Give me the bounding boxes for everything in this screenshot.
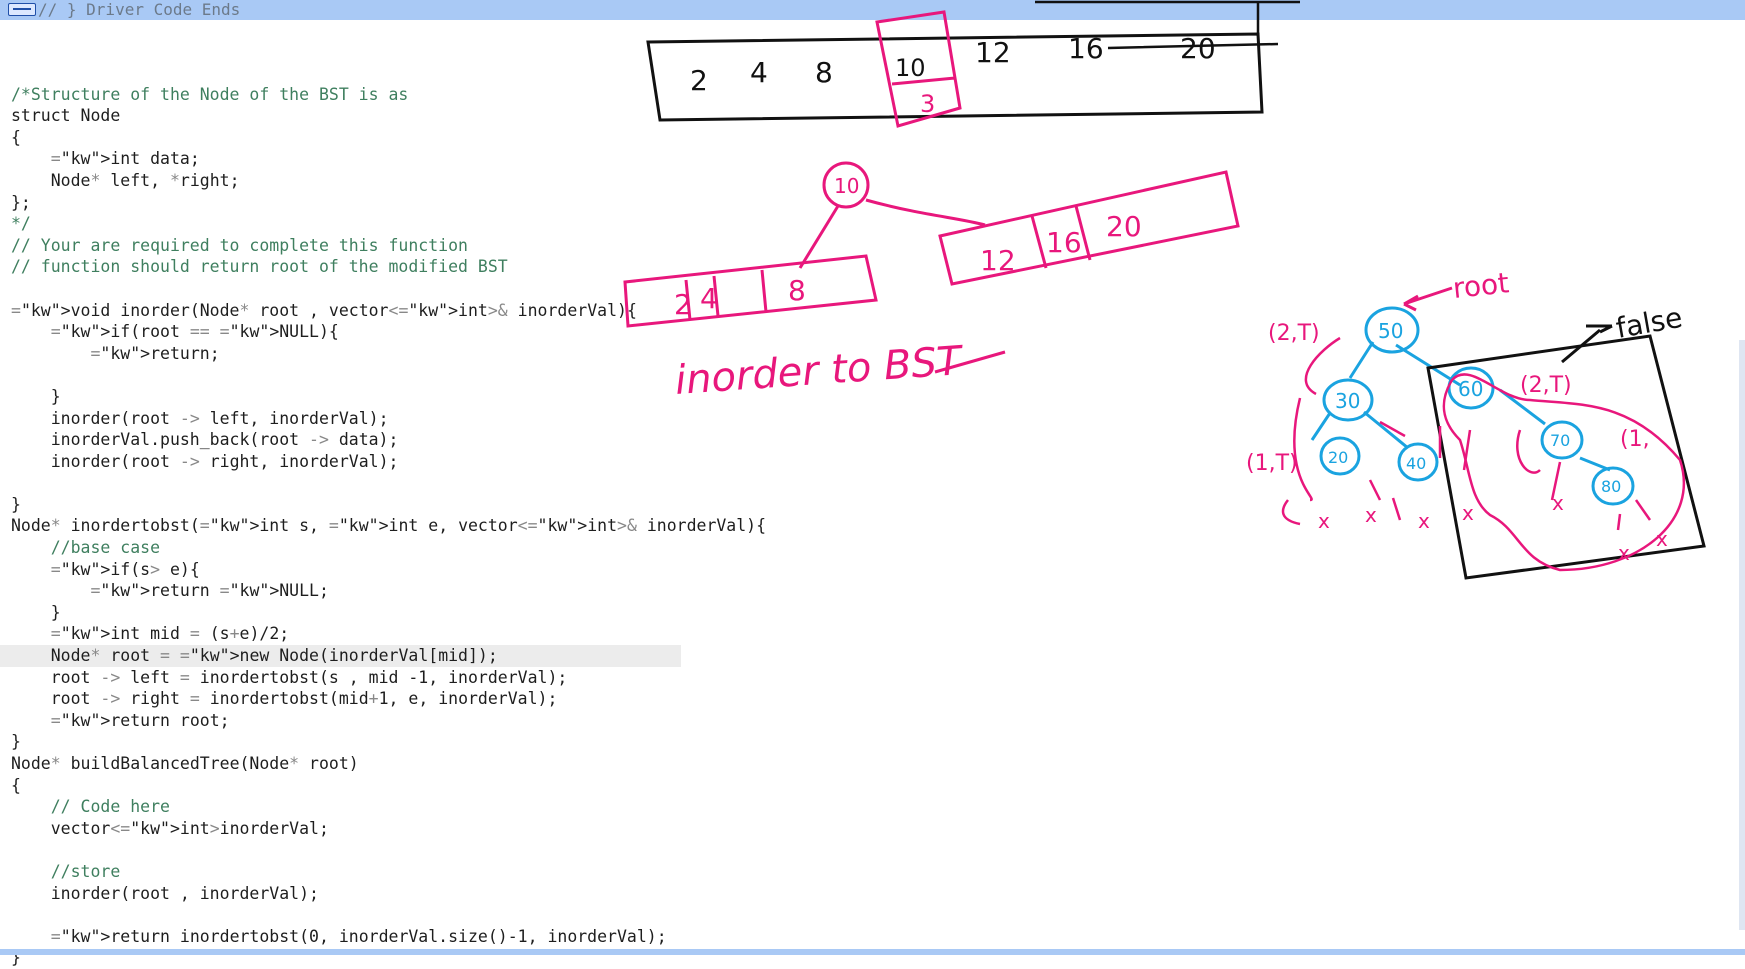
null-x-mark: x: [1462, 501, 1474, 525]
false-label: false: [1613, 301, 1684, 345]
tree-node-label: 70: [1550, 431, 1570, 450]
null-x-mark: x: [1552, 491, 1564, 515]
top-array-index: 3: [920, 90, 935, 118]
top-array-val: 10: [895, 54, 926, 82]
tree-node-label: 80: [1601, 477, 1621, 496]
tree-node-label: 20: [1328, 448, 1348, 467]
null-x-mark: x: [1656, 527, 1668, 551]
caption-inorder-to-bst: inorder to BST: [673, 338, 966, 404]
ink-annotations: 2 4 8 10 12 16 20 3 10 2 4 8 12 16 20 in…: [623, 0, 1706, 580]
mid-node-label: 10: [834, 174, 859, 198]
tree-node-label: 40: [1406, 454, 1426, 473]
pair-label: (2,T): [1268, 321, 1320, 346]
right-array-val: 20: [1106, 210, 1142, 243]
left-array-val: 4: [700, 282, 718, 315]
root-label: root: [1451, 266, 1510, 305]
top-array-val: 8: [815, 56, 833, 89]
false-region-squiggle: [1442, 373, 1686, 572]
null-x-mark: x: [1418, 509, 1430, 533]
root-arrow: [1403, 286, 1453, 312]
pair-label: (1,T): [1246, 451, 1298, 476]
top-array-val: 4: [750, 56, 768, 89]
pair-label: (2,T): [1520, 373, 1572, 398]
top-array-val: 12: [975, 36, 1011, 69]
mid-node-edges: [798, 198, 986, 269]
left-array-val: 2: [674, 288, 692, 321]
tree-node-label: 60: [1458, 377, 1483, 401]
top-array-val: 16: [1068, 32, 1104, 65]
top-array-val: 20: [1180, 32, 1216, 65]
tree-node-label: 50: [1378, 319, 1403, 343]
left-array-val: 8: [788, 274, 806, 307]
right-array-val: 12: [980, 244, 1016, 277]
right-array-val: 16: [1046, 226, 1082, 259]
pair-label: (1,: [1620, 427, 1650, 452]
left-array-box: [623, 254, 878, 328]
null-x-mark: x: [1618, 541, 1630, 565]
null-x-mark: x: [1318, 509, 1330, 533]
tree-node-label: 30: [1335, 389, 1360, 413]
top-array-val: 2: [690, 64, 708, 97]
null-x-mark: x: [1365, 503, 1377, 527]
